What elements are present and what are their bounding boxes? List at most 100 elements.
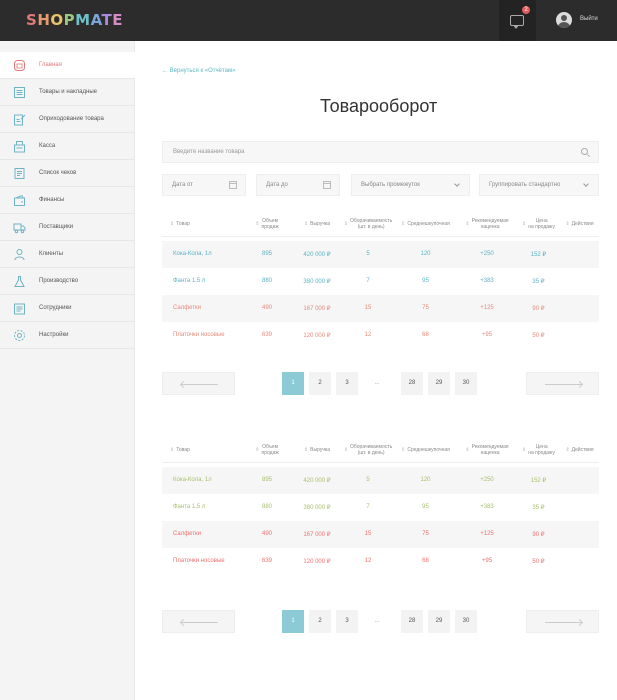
page-button[interactable]: 30 <box>455 372 477 395</box>
sort-icon[interactable]: ⇕ <box>522 447 526 453</box>
column-header[interactable]: ⇕ Среднешкупочная <box>394 436 457 463</box>
calendar-icon[interactable] <box>229 181 237 189</box>
sort-icon[interactable]: ⇕ <box>465 221 469 227</box>
column-header[interactable]: ⇕ Оборачиваемость (шт. в день) <box>342 210 394 237</box>
column-header[interactable]: ⇕ Действия <box>560 210 599 237</box>
interval-label: Выбрать промежуток <box>361 182 420 188</box>
table-row[interactable]: Салфетки 490 167 000 ₽ 15 75 +125 90 ₽ <box>162 295 599 322</box>
page-button[interactable]: 29 <box>428 610 450 633</box>
column-header[interactable]: ⇕ Среднешкупочная <box>394 210 457 237</box>
column-header[interactable]: ⇕ Рекомендуемая наценка <box>457 210 517 237</box>
sidebar-item-9[interactable]: Сотрудники <box>0 295 135 322</box>
page-button[interactable]: 30 <box>455 610 477 633</box>
product-name-cell[interactable]: Кока-Кола, 1л <box>173 251 212 257</box>
search-input[interactable]: Введите название товара <box>162 141 599 163</box>
sidebar-item-8[interactable]: Производство <box>0 268 135 295</box>
column-header[interactable]: ⇕ Действия <box>560 436 599 463</box>
page-button[interactable]: 3 <box>336 610 358 633</box>
column-header[interactable]: ⇕ Товар <box>162 210 242 237</box>
arrow-right-icon <box>545 384 582 385</box>
column-header-label: Действия <box>571 446 594 453</box>
table-row[interactable]: Салфетки 490 167 000 ₽ 15 75 +125 90 ₽ <box>162 521 599 548</box>
column-header[interactable]: ⇕ Оборачиваемость (шт. в день) <box>342 436 394 463</box>
product-name-cell[interactable]: Фанта 1.5 л <box>173 278 205 284</box>
column-header[interactable]: ⇕ Рекомендуемая наценка <box>457 436 517 463</box>
sort-icon[interactable]: ⇕ <box>522 221 526 227</box>
messages-button[interactable] <box>499 0 536 41</box>
sidebar-item-3[interactable]: Касса <box>0 133 135 160</box>
page-button[interactable]: 28 <box>401 610 423 633</box>
table-cell: 120 <box>420 251 431 257</box>
sidebar-item-5[interactable]: Финансы <box>0 187 135 214</box>
table-row[interactable]: Кока-Кола, 1л 895 420 000 ₽ 5 120 +250 152 ₽ <box>162 241 599 268</box>
search-icon[interactable] <box>581 148 588 155</box>
product-name-cell[interactable]: Кока-Кола, 1л <box>173 477 212 483</box>
column-header[interactable]: ⇕ Выручка <box>292 436 342 463</box>
sort-icon[interactable]: ⇕ <box>170 221 174 227</box>
prev-page-button[interactable] <box>162 610 235 633</box>
sidebar-item-4[interactable]: Список чеков <box>0 160 135 187</box>
sidebar-item-2[interactable]: Оприходование товара <box>0 106 135 133</box>
table-cell: +250 <box>480 251 494 257</box>
page-button[interactable]: 2 <box>309 372 331 395</box>
avatar[interactable] <box>556 12 572 28</box>
page-button[interactable]: 3 <box>336 372 358 395</box>
page-button[interactable]: 1 <box>282 610 304 633</box>
table-cell: 490 <box>261 305 272 311</box>
sidebar-item-10[interactable]: Настройки <box>0 322 135 349</box>
date-from-field[interactable]: Дата от <box>162 174 246 196</box>
table-cell: 152 ₽ <box>530 252 547 258</box>
gear-icon <box>13 329 26 342</box>
table-row[interactable]: Фанта 1.5 л 880 380 000 ₽ 7 95 +383 35 ₽ <box>162 494 599 521</box>
column-header[interactable]: ⇕ Цена на продажу <box>517 210 560 237</box>
grouping-select[interactable]: Группировать стандартно <box>479 174 599 196</box>
page-button[interactable]: 2 <box>309 610 331 633</box>
sort-icon[interactable]: ⇕ <box>401 221 405 227</box>
page-button[interactable]: 29 <box>428 372 450 395</box>
page-button[interactable]: 1 <box>282 372 304 395</box>
sort-icon[interactable]: ⇕ <box>304 221 308 227</box>
sidebar-item-0[interactable]: Главная <box>0 52 135 79</box>
product-name-cell[interactable]: Платочки носовые <box>173 332 225 338</box>
sort-icon[interactable]: ⇕ <box>344 221 348 227</box>
column-header[interactable]: ⇕ Выручка <box>292 210 342 237</box>
sort-icon[interactable]: ⇕ <box>255 447 259 453</box>
sort-icon[interactable]: ⇕ <box>344 447 348 453</box>
product-name-cell[interactable]: Салфетки <box>173 531 201 537</box>
sort-icon[interactable]: ⇕ <box>465 447 469 453</box>
interval-select[interactable]: Выбрать промежуток <box>351 174 470 196</box>
sidebar-item-6[interactable]: Поставщики <box>0 214 135 241</box>
sidebar-item-7[interactable]: Клиенты <box>0 241 135 268</box>
page-button[interactable]: 28 <box>401 372 423 395</box>
column-header[interactable]: ⇕ Товар <box>162 436 242 463</box>
sort-icon[interactable]: ⇕ <box>565 447 569 453</box>
sidebar-item-1[interactable]: Товары и накладные <box>0 79 135 106</box>
sort-icon[interactable]: ⇕ <box>170 447 174 453</box>
product-name-cell[interactable]: Фанта 1.5 л <box>173 504 205 510</box>
column-header[interactable]: ⇕ Объем продаж <box>242 436 292 463</box>
flask-icon <box>13 275 26 288</box>
table-row[interactable]: Платочки носовые 639 120 000 ₽ 12 68 +95 50 ₽ <box>162 322 599 349</box>
table-row[interactable]: Кока-Кола, 1л 895 420 000 ₽ 5 120 +250 152 ₽ <box>162 467 599 494</box>
column-header[interactable]: ⇕ Объем продаж <box>242 210 292 237</box>
prev-page-button[interactable] <box>162 372 235 395</box>
column-header[interactable]: ⇕ Цена на продажу <box>517 436 560 463</box>
shopmate-logo[interactable]: SHOPMATE <box>26 11 123 29</box>
logout-link[interactable]: Выйти <box>580 16 598 22</box>
column-header-label: Среднешкупочная <box>407 446 450 453</box>
chevron-down-icon <box>583 181 589 187</box>
table-row[interactable]: Фанта 1.5 л 880 380 000 ₽ 7 95 +383 35 ₽ <box>162 268 599 295</box>
product-name-cell[interactable]: Платочки носовые <box>173 558 225 564</box>
sort-icon[interactable]: ⇕ <box>401 447 405 453</box>
table-cell: 15 <box>364 531 372 537</box>
next-page-button[interactable] <box>526 372 599 395</box>
product-name-cell[interactable]: Салфетки <box>173 305 201 311</box>
next-page-button[interactable] <box>526 610 599 633</box>
sort-icon[interactable]: ⇕ <box>255 221 259 227</box>
back-to-reports-link[interactable]: ← Вернуться к «Отчётам» <box>162 68 235 74</box>
date-to-field[interactable]: Дата до <box>256 174 340 196</box>
sort-icon[interactable]: ⇕ <box>304 447 308 453</box>
table-row[interactable]: Платочки носовые 639 120 000 ₽ 12 68 +95 50 ₽ <box>162 548 599 575</box>
sort-icon[interactable]: ⇕ <box>565 221 569 227</box>
calendar-icon[interactable] <box>323 181 331 189</box>
